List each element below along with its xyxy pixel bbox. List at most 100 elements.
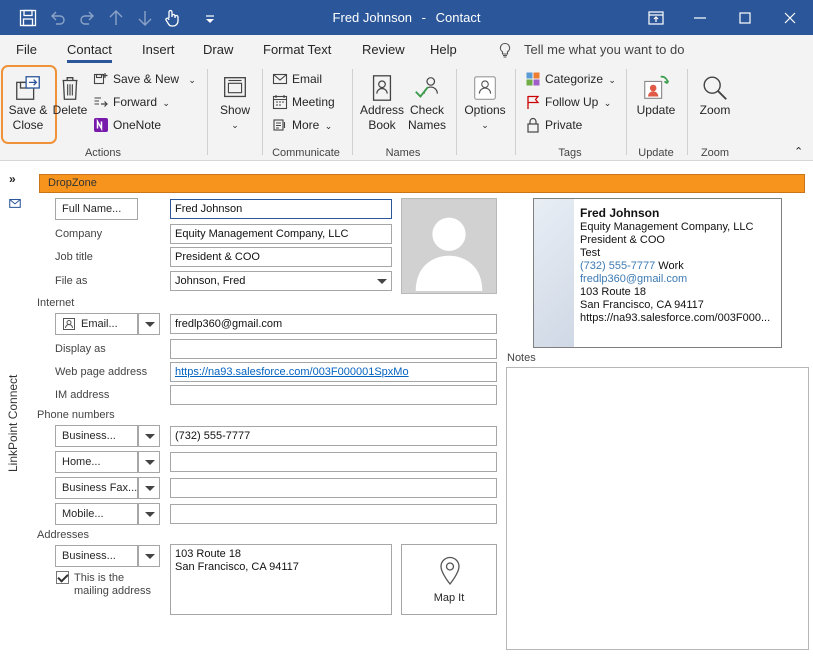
phone-type-dropdown[interactable] [138,425,160,447]
window-title-separator: - [421,10,427,25]
web-page-label: Web page address [55,366,148,378]
address-book-button[interactable]: Address Book [358,73,406,133]
tab-help[interactable]: Help [430,42,457,57]
check-names-button[interactable]: Check Names [405,73,449,133]
meeting-button[interactable]: Meeting [272,92,335,112]
notes-field[interactable] [506,367,809,650]
tags-group-label: Tags [558,147,582,159]
phone-type-dropdown[interactable] [138,477,160,499]
tab-format-text[interactable]: Format Text [263,42,331,57]
zoom-button[interactable]: Zoom [693,73,737,118]
email-type-label: Email... [81,318,118,330]
file-as-dropdown-icon[interactable] [377,279,387,284]
im-address-field[interactable] [170,385,497,405]
email-type-button[interactable]: Email... [55,313,138,335]
company-field[interactable]: Equity Management Company, LLC [170,224,392,244]
lock-icon [527,117,539,133]
phone-field[interactable] [170,504,497,524]
mailing-address-checkbox[interactable] [56,571,69,584]
forward-button[interactable]: Forward ⌄ [93,92,170,112]
web-page-field[interactable]: https://na93.salesforce.com/003F000001Sp… [170,362,497,382]
onenote-button[interactable]: OneNote [93,115,161,135]
dropzone[interactable]: DropZone [39,174,805,193]
delete-label: Delete [52,103,88,117]
show-button[interactable]: Show ⌄ [216,73,254,133]
address-line-1: 103 Route 18 [175,548,242,560]
delete-button[interactable]: Delete [52,73,88,118]
email-type-dropdown[interactable] [138,313,160,335]
phone-section-label: Phone numbers [37,409,115,421]
tab-review[interactable]: Review [362,42,405,57]
card-name: Fred Johnson [580,206,660,220]
contact-card-icon [63,318,75,330]
full-name-field[interactable]: Fred Johnson [170,199,392,219]
linkpoint-label[interactable]: LinkPoint Connect [6,375,20,472]
business-card[interactable]: Fred Johnson Equity Management Company, … [533,198,782,348]
file-as-combo[interactable]: Johnson, Fred [170,271,392,291]
minimize-icon[interactable] [690,8,710,28]
tab-draw[interactable]: Draw [203,42,233,57]
group-separator [207,69,208,155]
tab-file[interactable]: File [16,42,37,57]
window-title-name: Fred Johnson [332,10,413,25]
tab-contact[interactable]: Contact [67,42,112,63]
address-type-dropdown[interactable] [138,545,160,567]
job-title-field[interactable]: President & COO [170,247,392,267]
follow-up-label: Follow Up [545,95,599,109]
check-names-icon [415,77,438,98]
save-new-button[interactable]: Save & New ⌄ [93,69,196,89]
collapse-ribbon-icon[interactable]: ⌃ [794,145,803,158]
addresses-section-label: Addresses [37,529,89,541]
address-type-button[interactable]: Business... [55,545,138,567]
map-it-button[interactable]: Map It [401,544,497,615]
phone-field[interactable] [170,478,497,498]
email-button[interactable]: Email [272,69,322,89]
phone-type-dropdown[interactable] [138,503,160,525]
forward-icon [94,97,108,107]
card-city: San Francisco, CA 94117 [580,299,704,311]
display-as-field[interactable] [170,339,497,359]
categorize-label: Categorize [545,72,604,86]
more-button[interactable]: More ⌄ [272,115,332,135]
notes-label: Notes [507,352,536,364]
card-dept: Test [580,247,601,259]
private-button[interactable]: Private [525,115,582,135]
group-separator [352,69,353,155]
ribbon: Save & Close Delete Save & New ⌄ Forward… [0,65,813,161]
phone-type-button[interactable]: Business... [55,425,138,447]
update-button[interactable]: Update [632,73,680,118]
options-button[interactable]: Options ⌄ [462,73,508,133]
follow-up-chevron-icon: ⌄ [603,98,612,108]
map-pin-icon [440,556,460,586]
save-close-button[interactable]: Save & Close [4,73,52,133]
ribbon-display-options-icon[interactable] [646,8,666,28]
phone-type-button[interactable]: Business Fax... [55,477,138,499]
address-field[interactable]: 103 Route 18 San Francisco, CA 94117 [170,544,392,615]
card-company: Equity Management Company, LLC [580,221,754,233]
phone-field[interactable] [170,452,497,472]
categorize-button[interactable]: Categorize ⌄ [525,69,616,89]
full-name-button[interactable]: Full Name... [55,198,138,220]
follow-up-button[interactable]: Follow Up ⌄ [525,92,611,112]
tell-me-search[interactable]: Tell me what you want to do [497,42,684,58]
address-line-2: San Francisco, CA 94117 [175,561,299,573]
close-icon[interactable] [780,8,800,28]
phone-type-button[interactable]: Mobile... [55,503,138,525]
phone-type-dropdown[interactable] [138,451,160,473]
business-card-text: Fred Johnson Equity Management Company, … [580,206,770,325]
tab-insert[interactable]: Insert [142,42,175,57]
email-field[interactable]: fredlp360@gmail.com [170,314,497,334]
expand-pane-icon[interactable]: » [9,172,16,186]
map-it-label: Map It [433,592,465,604]
maximize-icon[interactable] [735,8,755,28]
phone-field[interactable]: (732) 555-7777 [170,426,497,446]
linkpoint-logo-icon [9,198,21,208]
linkpoint-pane: » LinkPoint Connect [0,162,30,658]
options-label: Options [464,103,506,117]
contact-photo[interactable] [401,198,497,294]
web-page-link[interactable]: https://na93.salesforce.com/003F000001Sp… [175,366,409,378]
phone-type-button[interactable]: Home... [55,451,138,473]
onenote-icon [94,118,108,132]
save-close-label-2: Close [12,118,44,132]
update-group-label: Update [638,147,674,159]
